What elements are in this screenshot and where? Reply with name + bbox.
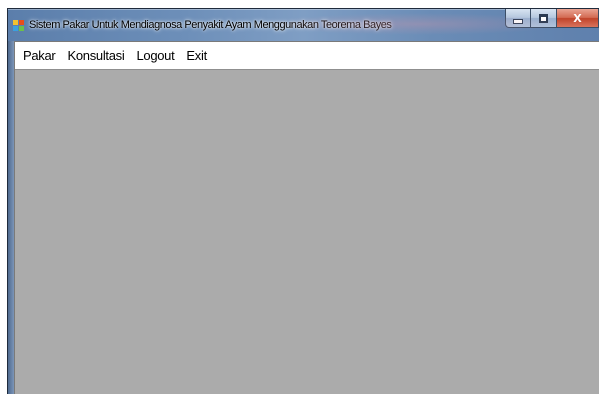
- menu-item-exit[interactable]: Exit: [180, 45, 212, 67]
- close-icon: X: [573, 11, 582, 25]
- menu-item-logout[interactable]: Logout: [130, 45, 180, 67]
- window-title: Sistem Pakar Untuk Mendiagnosa Penyakit …: [29, 19, 392, 31]
- title-bar[interactable]: Sistem Pakar Untuk Mendiagnosa Penyakit …: [8, 9, 599, 41]
- client-area: Pakar Konsultasi Logout Exit: [14, 41, 599, 394]
- close-button[interactable]: X: [557, 9, 599, 28]
- menu-item-konsultasi[interactable]: Konsultasi: [61, 45, 130, 67]
- minimize-button[interactable]: [505, 9, 531, 28]
- maximize-button[interactable]: [531, 9, 557, 28]
- app-icon: [13, 20, 24, 31]
- menu-item-pakar[interactable]: Pakar: [17, 45, 61, 67]
- window-controls: X: [505, 9, 599, 29]
- minimize-icon: [513, 18, 523, 24]
- main-window: Sistem Pakar Untuk Mendiagnosa Penyakit …: [7, 8, 599, 394]
- maximize-icon: [539, 13, 548, 23]
- mdi-container[interactable]: [15, 70, 599, 394]
- menu-bar: Pakar Konsultasi Logout Exit: [15, 42, 599, 70]
- screenshot: Sistem Pakar Untuk Mendiagnosa Penyakit …: [0, 0, 599, 394]
